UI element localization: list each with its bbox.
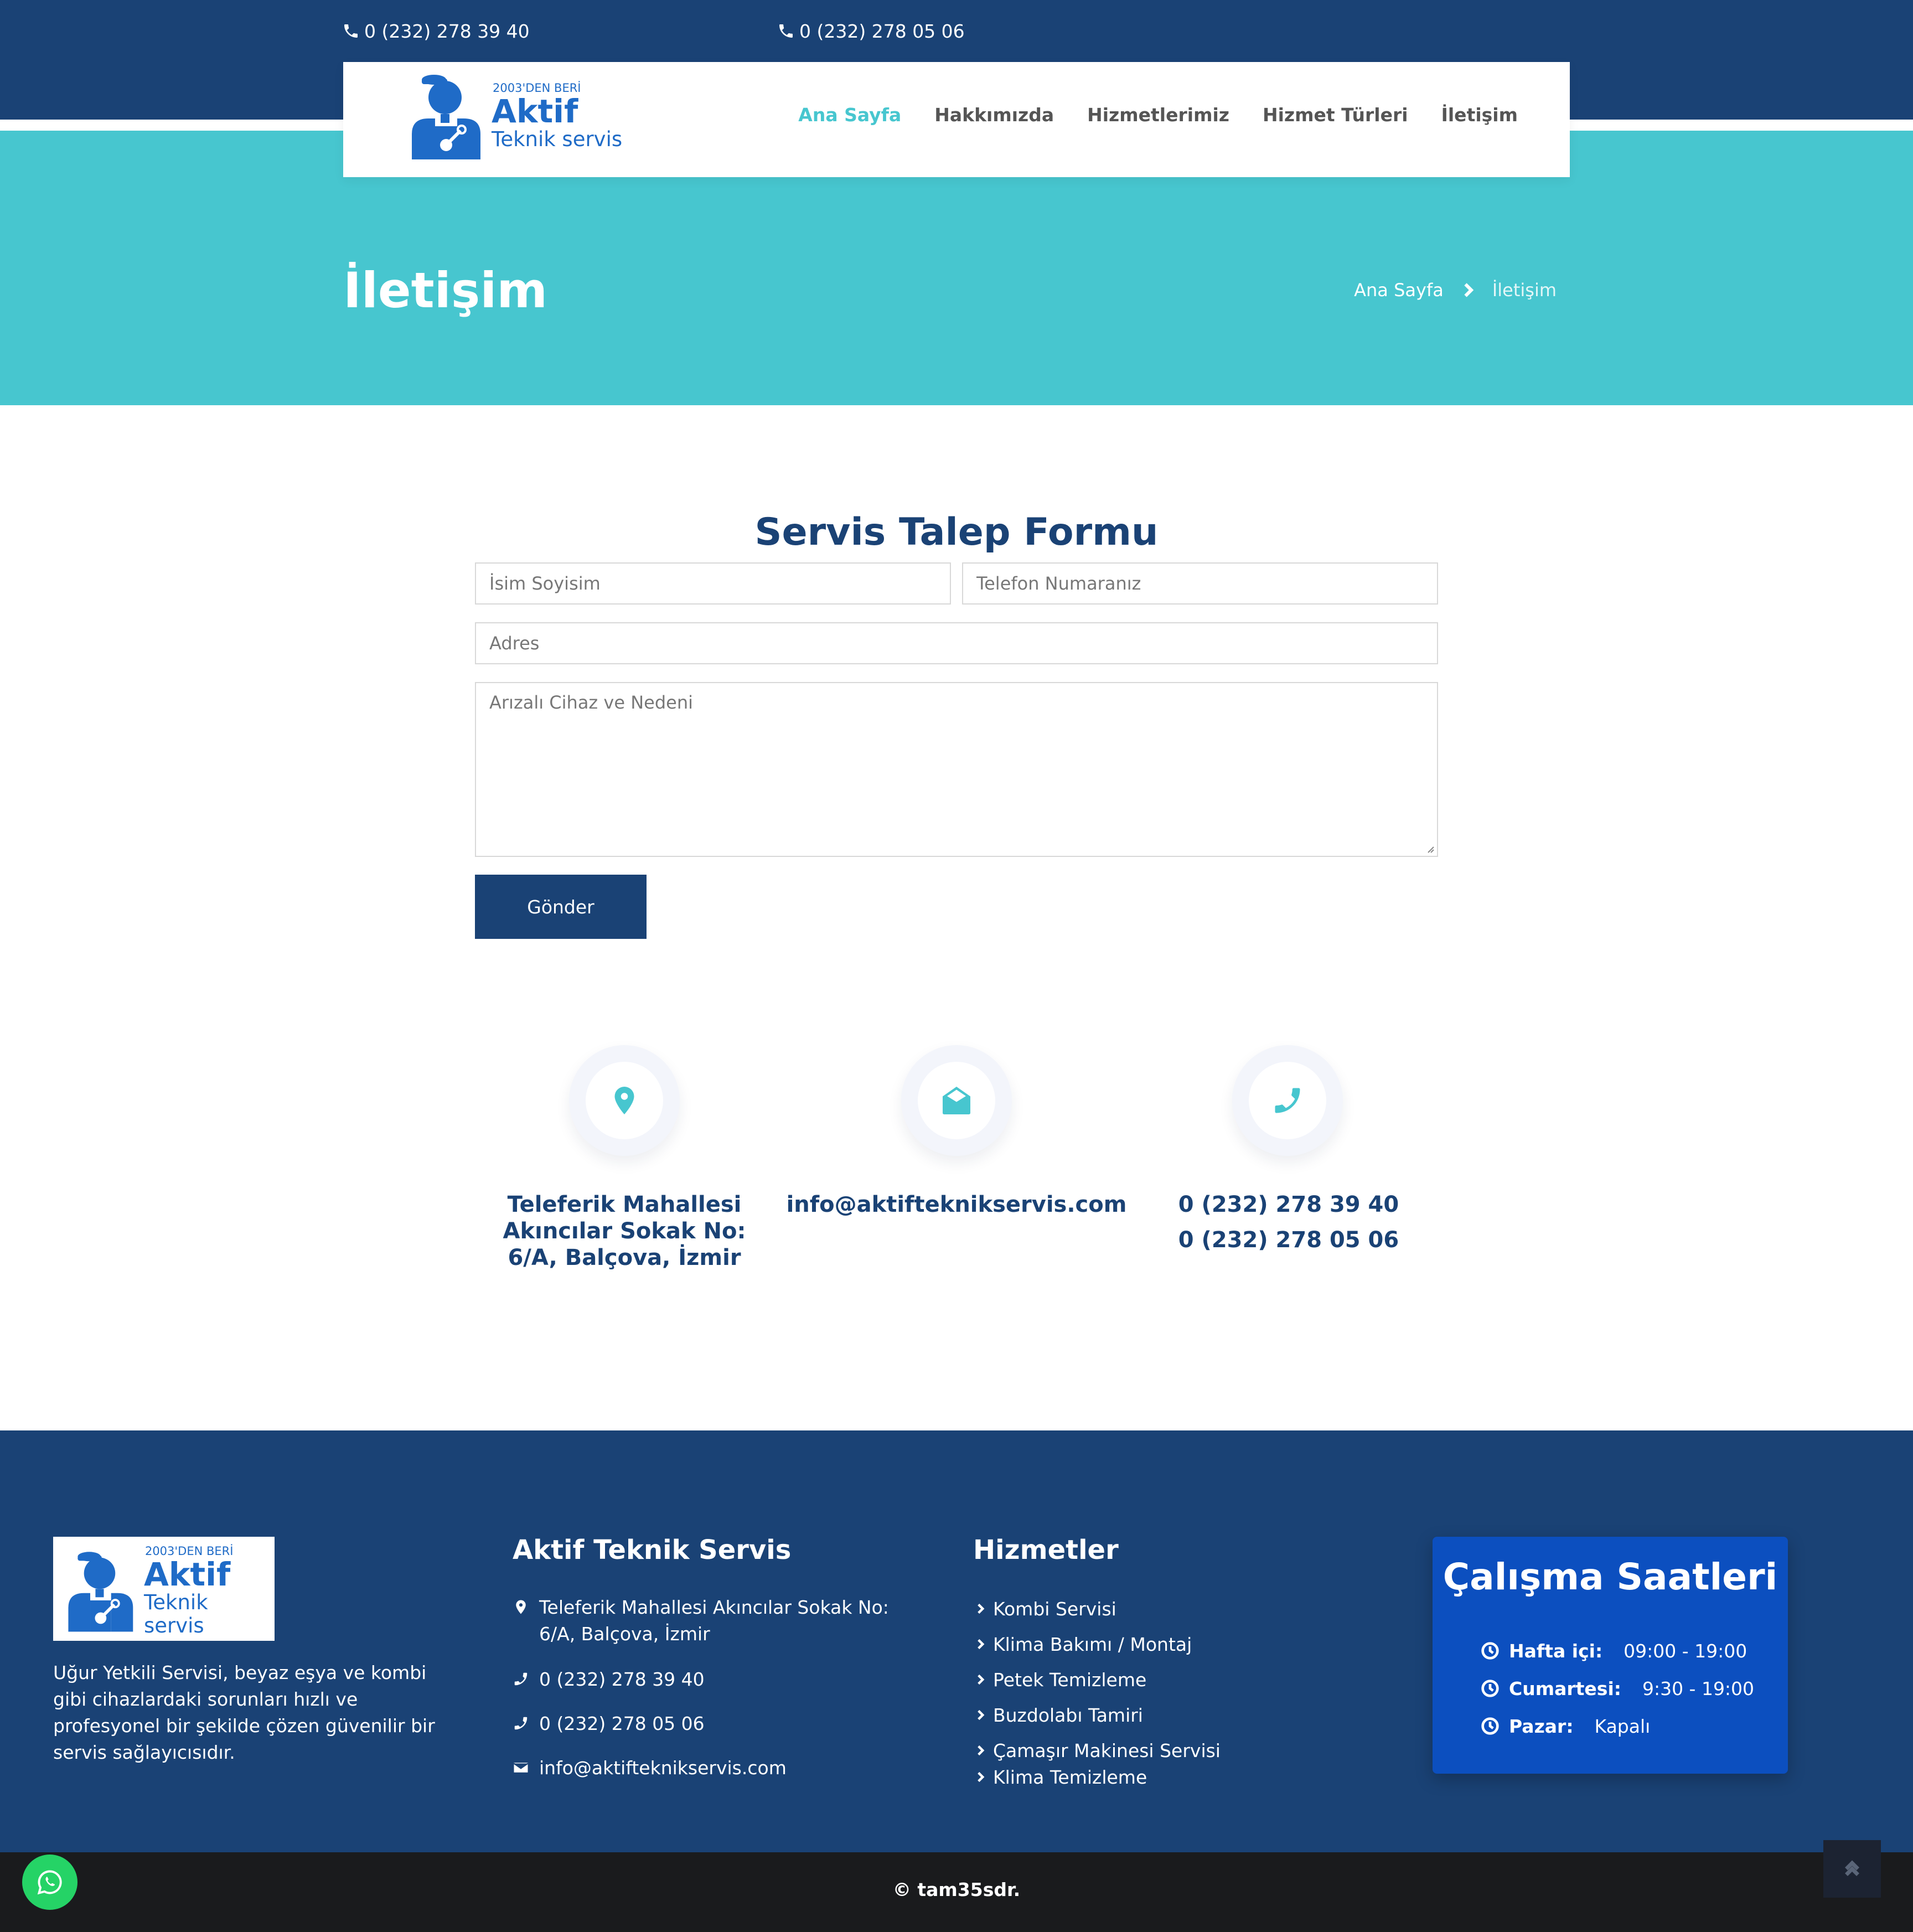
phone-icon — [514, 1672, 528, 1686]
footer-company-heading: Aktif Teknik Servis — [513, 1535, 792, 1566]
footer-address: Teleferik Mahallesi Akıncılar Sokak No: … — [513, 1594, 911, 1647]
technician-logo-icon — [68, 1552, 133, 1632]
chevron-right-icon — [978, 1674, 985, 1685]
message-textarea[interactable] — [475, 682, 1438, 857]
contact-phone-1[interactable]: 0 (232) 278 39 40 — [1139, 1191, 1438, 1218]
chevron-right-icon — [1458, 280, 1478, 300]
footer-service-link[interactable]: Buzdolabı Tamiri — [973, 1702, 1143, 1728]
footer-address-text: Teleferik Mahallesi Akıncılar Sokak No: … — [539, 1597, 889, 1645]
footer-service-label: Çamaşır Makinesi Servisi — [993, 1739, 1221, 1761]
footer-service-link[interactable]: Klima Bakımı / Montaj — [973, 1631, 1192, 1657]
nav-item-home[interactable]: Ana Sayfa — [798, 104, 901, 126]
footer-phone-2[interactable]: 0 (232) 278 05 06 — [513, 1711, 705, 1737]
footer-service-link[interactable]: Kombi Servisi — [973, 1595, 1116, 1622]
top-phone-1[interactable]: 0 (232) 278 39 40 — [342, 18, 530, 44]
hours-time: 9:30 - 19:00 — [1642, 1677, 1755, 1699]
phone-icon — [514, 1717, 528, 1730]
map-pin-icon — [516, 1600, 526, 1614]
footer-service-label: Buzdolabı Tamiri — [993, 1704, 1143, 1726]
hours-day: Pazar: — [1509, 1715, 1574, 1737]
resize-grip-icon[interactable] — [1425, 844, 1435, 854]
header-nav-card: 2003'DEN BERİ Aktif Teknik servis Ana Sa… — [343, 62, 1570, 177]
footer-phone-1[interactable]: 0 (232) 278 39 40 — [513, 1666, 705, 1693]
envelope-icon — [513, 1763, 529, 1773]
chevron-right-icon — [978, 1603, 985, 1614]
scroll-to-top-button[interactable] — [1823, 1840, 1881, 1898]
hours-time: Kapalı — [1594, 1715, 1651, 1737]
footer-service-label: Kombi Servisi — [993, 1598, 1116, 1620]
name-input[interactable] — [475, 562, 951, 605]
chevron-right-icon — [978, 1709, 985, 1721]
hours-row: Hafta içi: 09:00 - 19:00 — [1481, 1637, 1747, 1664]
breadcrumb: Ana Sayfa İletişim — [1354, 276, 1557, 304]
footer-about-text: Uğur Yetkili Servisi, beyaz eşya ve komb… — [53, 1662, 435, 1763]
breadcrumb-home-link[interactable]: Ana Sayfa — [1354, 280, 1444, 301]
logo-tagline-text: Teknik servis — [143, 1590, 208, 1637]
nav-item-contact[interactable]: İletişim — [1441, 104, 1518, 126]
chevron-right-icon — [978, 1745, 985, 1756]
footer-service-link[interactable]: Çamaşır Makinesi Servisi — [973, 1737, 1221, 1764]
logo-tagline-text: Teknik servis — [492, 127, 623, 151]
top-phone-1-text: 0 (232) 278 39 40 — [364, 20, 530, 42]
nav-item-about[interactable]: Hakkımızda — [934, 104, 1054, 126]
main-nav: Ana Sayfa Hakkımızda Hizmetlerimiz Hizme… — [798, 104, 1518, 126]
hours-day: Cumartesi: — [1509, 1677, 1621, 1699]
footer-service-label: Klima Bakımı / Montaj — [993, 1633, 1192, 1655]
footer-service-link[interactable]: Petek Temizleme — [973, 1666, 1146, 1693]
address-icon-badge — [569, 1045, 680, 1156]
hours-row: Pazar: Kapalı — [1481, 1713, 1650, 1739]
site-logo[interactable]: 2003'DEN BERİ Aktif Teknik servis — [406, 73, 622, 159]
phone-input[interactable] — [962, 562, 1438, 605]
hours-day: Hafta içi: — [1509, 1640, 1603, 1662]
contact-address: Teleferik Mahallesi Akıncılar Sokak No: … — [503, 1192, 746, 1270]
whatsapp-button[interactable] — [22, 1854, 77, 1910]
hours-time: 09:00 - 19:00 — [1624, 1640, 1747, 1662]
envelope-open-icon — [943, 1087, 970, 1114]
footer-logo-inner: 2003'DEN BERİ Aktif Teknik servis — [63, 1544, 275, 1637]
phone-icon — [779, 24, 793, 38]
top-phone-2-text: 0 (232) 278 05 06 — [799, 20, 965, 42]
logo-name-text: Aktif — [143, 1556, 231, 1593]
clock-icon — [1481, 1717, 1499, 1735]
submit-button[interactable]: Gönder — [475, 875, 647, 939]
chevron-right-icon — [978, 1771, 985, 1783]
footer-email-text: info@aktifteknikservis.com — [539, 1757, 787, 1779]
footer-services-heading: Hizmetler — [973, 1535, 1119, 1566]
clock-icon — [1481, 1642, 1499, 1660]
clock-icon — [1481, 1680, 1499, 1697]
address-input[interactable] — [475, 622, 1438, 664]
double-chevron-up-icon — [1845, 1860, 1859, 1876]
footer-email[interactable]: info@aktifteknikservis.com — [513, 1755, 787, 1781]
logo-name-text: Aktif — [492, 92, 578, 130]
nav-item-service-types[interactable]: Hizmet Türleri — [1263, 104, 1408, 126]
whatsapp-icon — [37, 1870, 62, 1895]
footer-service-label: Klima Temizleme — [993, 1766, 1147, 1788]
contact-phone-2[interactable]: 0 (232) 278 05 06 — [1139, 1227, 1438, 1253]
hours-row: Cumartesi: 9:30 - 19:00 — [1481, 1675, 1754, 1702]
email-icon-badge — [901, 1045, 1012, 1156]
footer-phone-1-text: 0 (232) 278 39 40 — [539, 1668, 705, 1690]
working-hours-title: Çalışma Saatleri — [1442, 1556, 1778, 1598]
footer-service-link[interactable]: Klima Temizleme — [973, 1764, 1147, 1790]
page-title: İletişim — [343, 262, 548, 319]
phone-icon — [1275, 1088, 1300, 1113]
chevron-right-icon — [978, 1639, 985, 1650]
working-hours-card: Çalışma Saatleri Hafta içi: 09:00 - 19:0… — [1433, 1537, 1788, 1774]
phone-icon — [344, 24, 358, 38]
nav-item-services[interactable]: Hizmetlerimiz — [1087, 104, 1229, 126]
breadcrumb-current: İletişim — [1492, 280, 1557, 301]
footer-phone-2-text: 0 (232) 278 05 06 — [539, 1713, 705, 1734]
top-phone-2[interactable]: 0 (232) 278 05 06 — [777, 18, 965, 44]
footer-service-label: Petek Temizleme — [993, 1668, 1147, 1691]
contact-email[interactable]: info@aktifteknikservis.com — [779, 1191, 1134, 1218]
form-title: Servis Talep Formu — [754, 510, 1159, 554]
phone-icon-badge — [1232, 1045, 1343, 1156]
technician-logo-icon — [412, 75, 480, 159]
copyright-text: © tam35sdr. — [892, 1879, 1021, 1900]
footer-logo[interactable]: 2003'DEN BERİ Aktif Teknik servis — [53, 1537, 275, 1641]
map-pin-icon — [614, 1087, 634, 1114]
